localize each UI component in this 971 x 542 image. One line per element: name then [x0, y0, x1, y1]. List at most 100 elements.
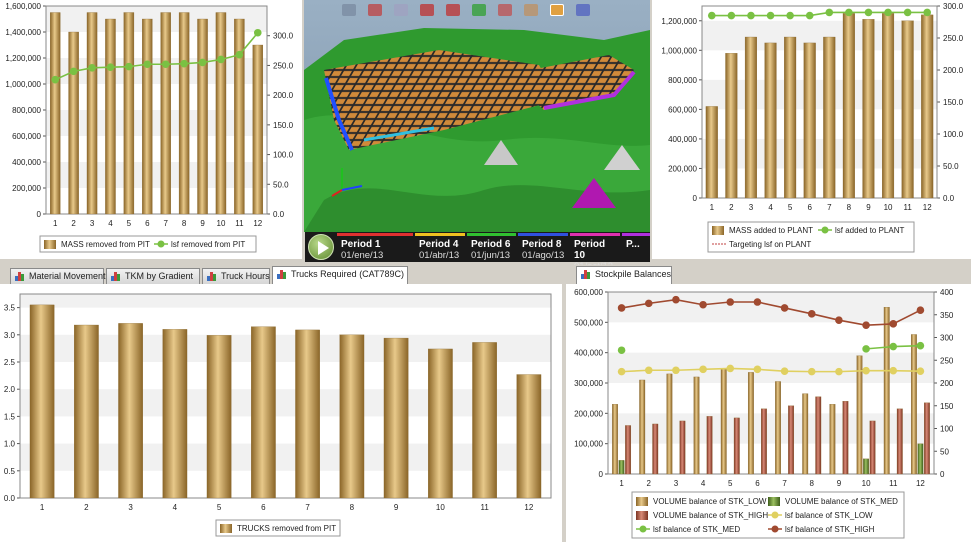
legend-label: MASS removed from PIT: [61, 240, 150, 249]
period-name: Period 6: [471, 239, 511, 250]
legend-swatch: [771, 511, 779, 519]
legend-label: lsf balance of STK_MED: [653, 525, 740, 534]
legend-label: VOLUME balance of STK_MED: [785, 497, 898, 506]
grid-band: [20, 389, 551, 417]
pit-3d-view[interactable]: [304, 0, 650, 232]
bar: [29, 304, 55, 499]
grid-band: [20, 294, 551, 308]
tab-material-movement[interactable]: Material Movement: [10, 268, 106, 284]
y2-tick-label: 50: [940, 447, 949, 456]
period-date: 01/ene/13: [341, 250, 384, 261]
bar-chart-icon: [207, 272, 217, 281]
y-tick-label: 1,000,000: [661, 46, 697, 55]
timeline-period[interactable]: Period 4 01/abr/13: [415, 233, 465, 261]
x-tick-label: 2: [647, 479, 652, 488]
y2-tick-label: 0: [940, 470, 945, 479]
x-tick-label: 12: [916, 479, 925, 488]
bar: [251, 326, 276, 499]
stockpile-chart: 0 100,000 200,000 300,000 400,000 500,000 600,…: [574, 288, 954, 539]
bar: [862, 19, 875, 199]
tab-stockpile-balances[interactable]: Stockpile Balances: [576, 266, 672, 284]
series-point: [726, 298, 735, 306]
x-tick-label: 6: [261, 503, 266, 512]
right-tab-bar: Stockpile Balances: [566, 265, 971, 284]
x-tick-label: 1: [53, 219, 58, 228]
series-point: [253, 28, 262, 37]
bar: [197, 18, 208, 215]
series-point: [835, 316, 843, 325]
y-tick-label: 0: [599, 470, 604, 479]
timeline-period[interactable]: Period 8 01/ago/13: [518, 233, 568, 261]
axis-x-icon[interactable]: [420, 4, 434, 16]
x-tick-label: 7: [782, 479, 787, 488]
x-tick-label: 6: [145, 219, 150, 228]
bar: [869, 420, 876, 475]
timeline-period[interactable]: Period 1 01/ene/13: [337, 233, 413, 261]
move-icon[interactable]: [368, 4, 382, 16]
series-point: [617, 304, 626, 312]
y-tick-label: 0.0: [4, 494, 16, 503]
y-tick-label: 800,000: [668, 76, 697, 85]
legend-label: Targeting lsf on PLANT: [729, 240, 811, 249]
x-tick-label: 8: [350, 503, 355, 512]
bar: [882, 13, 895, 199]
tab-trucks-required-cat789c[interactable]: Trucks Required (CAT789C): [272, 266, 408, 284]
series-point: [807, 310, 816, 318]
axis-y-icon[interactable]: [446, 4, 460, 16]
x-tick-label: 2: [71, 219, 76, 228]
tab-truck-hours[interactable]: Truck Hours: [202, 268, 270, 284]
x-tick-label: 12: [923, 203, 932, 212]
series-point: [780, 367, 789, 375]
trucks-chart: 0.00.51.01.52.02.53.03.51 2 3 4 5 6 7 8 9 10 11 12T…: [4, 293, 552, 537]
series-point: [805, 11, 814, 20]
bar: [829, 404, 836, 475]
series-point: [727, 11, 736, 20]
paint-icon[interactable]: [550, 4, 564, 16]
bar: [775, 381, 781, 475]
play-button[interactable]: [308, 234, 334, 260]
bar: [901, 20, 914, 199]
blocks-icon[interactable]: [394, 4, 408, 16]
grid-band: [46, 110, 267, 136]
period-timeline: Period 1 01/ene/13 Period 4 01/abr/13 Period…: [305, 232, 650, 272]
series-point: [617, 367, 626, 376]
y2-tick-label: 250.0: [273, 61, 294, 70]
tab-tkm-by-gradient[interactable]: TKM by Gradient: [106, 268, 200, 284]
y2-tick-label: 0.0: [273, 210, 285, 219]
bar: [639, 379, 646, 475]
stockpile-chart-panel: 0 100,000 200,000 300,000 400,000 500,000 600,…: [566, 284, 971, 542]
series-point: [862, 321, 870, 330]
x-tick-label: 4: [768, 203, 773, 212]
x-tick-label: 8: [847, 203, 852, 212]
series-point: [889, 366, 898, 375]
pit-3d-scene[interactable]: [304, 0, 650, 232]
timeline-period[interactable]: Period 6 01/jun/13: [467, 233, 516, 261]
x-tick-label: 12: [524, 503, 533, 512]
x-tick-label: 11: [235, 219, 244, 228]
y-tick-label: 300,000: [574, 379, 603, 388]
series-point: [51, 75, 60, 84]
x-tick-label: 6: [807, 203, 812, 212]
x-tick-label: 11: [903, 203, 912, 212]
legend-swatch: [157, 240, 165, 248]
camera-icon[interactable]: [576, 4, 590, 16]
x-tick-label: 1: [619, 479, 624, 488]
bar: [856, 355, 863, 475]
y2-tick-label: 100.0: [943, 130, 964, 139]
series-point: [106, 63, 115, 72]
layers-icon[interactable]: [498, 4, 512, 16]
period-name: Period 8: [522, 239, 562, 250]
legend-label: VOLUME balance of STK_HIGH: [653, 511, 768, 520]
series-point: [835, 367, 843, 376]
timeline-period[interactable]: P...: [622, 233, 650, 261]
series-point: [69, 67, 78, 76]
select-icon[interactable]: [342, 4, 356, 16]
series-point: [672, 295, 680, 304]
box-icon[interactable]: [524, 4, 538, 16]
timeline-period[interactable]: Period 1001/oct/13: [570, 233, 620, 272]
series-point: [864, 8, 873, 17]
bar: [160, 12, 171, 215]
series-point: [180, 59, 188, 68]
series-point: [889, 320, 898, 328]
axis-z-icon[interactable]: [472, 4, 486, 16]
